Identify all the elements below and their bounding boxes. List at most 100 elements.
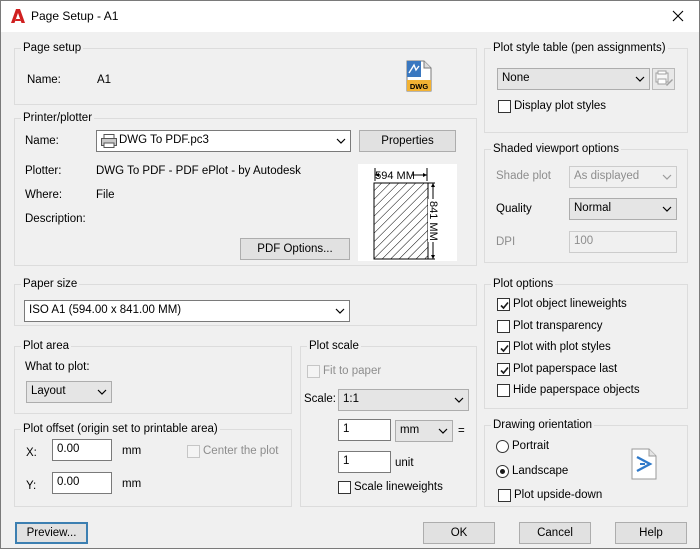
offset-y-input[interactable]: 0.00: [52, 472, 112, 494]
landscape-orientation-icon: [631, 448, 657, 480]
plot-offset-group: Plot offset (origin set to printable are…: [14, 423, 292, 507]
page-setup-name-label: Name:: [27, 74, 61, 86]
chevron-down-icon: [635, 76, 645, 82]
paper-width-dimension: 594 MM: [375, 170, 415, 182]
page-setup-group-title: Page setup: [21, 42, 84, 54]
scale-unit-label: unit: [395, 457, 414, 469]
printer-icon: [101, 134, 117, 148]
shade-plot-label: Shade plot: [496, 170, 551, 182]
what-to-plot-value: Layout: [31, 385, 66, 397]
shade-plot-select[interactable]: As displayed: [569, 166, 677, 188]
what-to-plot-select[interactable]: Layout: [26, 381, 112, 403]
plot-option-label: Plot transparency: [513, 319, 603, 332]
plot-option-label: Plot with plot styles: [513, 341, 611, 353]
plot-scale-group-title: Plot scale: [307, 340, 361, 352]
pdf-options-button[interactable]: PDF Options...: [240, 238, 350, 260]
landscape-label: Landscape: [512, 465, 569, 477]
paper-preview-drawing: 594 MM 841 MM: [373, 168, 440, 260]
scale-label: Scale:: [304, 393, 336, 405]
plot-style-value: None: [502, 72, 530, 84]
checkmark-icon: [500, 366, 509, 374]
fit-to-paper-label: Fit to paper: [323, 365, 382, 377]
chevron-down-icon: [335, 308, 345, 314]
scale-unit-value: mm: [400, 424, 420, 436]
plot-option-label: Plot object lineweights: [513, 298, 627, 310]
chevron-down-icon: [662, 174, 672, 180]
drawing-orientation-group-title: Drawing orientation: [491, 419, 595, 431]
description-label: Description:: [25, 213, 86, 225]
paper-preview: 594 MM 841 MM: [358, 164, 457, 261]
chevron-down-icon: [336, 138, 346, 144]
plot-style-group-title: Plot style table (pen assignments): [491, 42, 668, 54]
plot-style-group: Plot style table (pen assignments) None …: [484, 42, 688, 133]
paper-size-select[interactable]: ISO A1 (594.00 x 841.00 MM): [24, 300, 350, 322]
paper-height-dimension: 841 MM: [427, 201, 439, 241]
plot-option-label: Hide paperspace objects: [513, 384, 640, 396]
checkmark-icon: [500, 344, 509, 353]
scale-value: 1:1: [343, 393, 359, 405]
plot-options-list: Plot object lineweights Plot transparency…: [497, 298, 682, 406]
plot-options-group-title: Plot options: [491, 278, 556, 290]
plot-offset-group-title: Plot offset (origin set to printable are…: [21, 423, 220, 435]
where-value: File: [96, 189, 115, 201]
plot-upside-down-label: Plot upside-down: [514, 489, 603, 501]
paper-size-value: ISO A1 (594.00 x 841.00 MM): [29, 304, 182, 316]
printer-plotter-group-title: Printer/plotter: [21, 112, 95, 124]
quality-label: Quality: [496, 203, 532, 215]
title-bar: Page Setup - A1: [1, 1, 699, 32]
chevron-down-icon: [97, 389, 107, 395]
dpi-input[interactable]: 100: [569, 231, 677, 253]
where-label: Where:: [25, 189, 63, 201]
printer-name-label: Name:: [25, 135, 59, 147]
plot-area-group-title: Plot area: [21, 340, 72, 352]
properties-button[interactable]: Properties: [359, 130, 456, 152]
dpi-label: DPI: [496, 236, 516, 248]
quality-value: Normal: [574, 202, 612, 214]
shaded-viewport-group: Shaded viewport options Shade plot As di…: [484, 143, 688, 263]
scale-value2-input[interactable]: 1: [338, 451, 391, 473]
center-plot-label: Center the plot: [203, 445, 279, 457]
checkmark-icon: [500, 301, 509, 310]
chevron-down-icon: [662, 206, 672, 212]
chevron-down-icon: [438, 428, 448, 434]
offset-y-label: Y:: [26, 480, 37, 492]
close-icon[interactable]: [667, 5, 689, 27]
shade-plot-value: As displayed: [574, 170, 640, 182]
scale-equals: =: [458, 425, 465, 437]
ok-button[interactable]: OK: [423, 522, 495, 544]
plot-style-select[interactable]: None: [497, 68, 650, 90]
quality-select[interactable]: Normal: [569, 198, 677, 220]
page-setup-name-value: A1: [97, 74, 112, 86]
plot-scale-group: Plot scale Fit to paper Scale: 1:1 1 mm …: [300, 340, 477, 507]
plotter-value: DWG To PDF - PDF ePlot - by Autodesk: [96, 165, 301, 177]
offset-x-unit: mm: [122, 445, 142, 457]
display-plot-styles-label: Display plot styles: [514, 100, 607, 112]
paper-size-group: Paper size ISO A1 (594.00 x 841.00 MM): [14, 278, 477, 326]
what-to-plot-label: What to plot:: [25, 361, 90, 373]
scale-lineweights-label: Scale lineweights: [354, 481, 443, 493]
printer-name-value: DWG To PDF.pc3: [119, 134, 209, 146]
cancel-button[interactable]: Cancel: [519, 522, 591, 544]
shaded-viewport-group-title: Shaded viewport options: [491, 143, 621, 155]
offset-x-input[interactable]: 0.00: [52, 439, 112, 461]
chevron-down-icon: [454, 397, 464, 403]
scale-value1-input[interactable]: 1: [338, 419, 391, 441]
dwg-file-icon: DWG: [406, 60, 432, 92]
offset-x-label: X:: [26, 447, 37, 459]
edit-plot-style-icon[interactable]: [652, 68, 675, 90]
window-title: Page Setup - A1: [31, 9, 119, 23]
paper-size-group-title: Paper size: [21, 278, 80, 290]
printer-name-select[interactable]: DWG To PDF.pc3: [96, 130, 351, 152]
scale-select[interactable]: 1:1: [338, 389, 469, 411]
offset-y-unit: mm: [122, 478, 142, 490]
help-button[interactable]: Help: [615, 522, 687, 544]
plot-area-group: Plot area What to plot: Layout: [14, 340, 292, 414]
page-setup-dialog: Page Setup - A1 Page setup Name: A1 DWG …: [0, 0, 700, 549]
page-setup-group: Page setup Name: A1 DWG: [14, 42, 477, 105]
plot-option-label: Plot paperspace last: [513, 362, 618, 375]
scale-unit-select[interactable]: mm: [395, 420, 453, 442]
preview-button[interactable]: Preview...: [15, 522, 88, 544]
dwg-icon-label: DWG: [410, 82, 428, 91]
portrait-label: Portrait: [512, 440, 550, 452]
drawing-orientation-group: Drawing orientation Portrait Landscape P…: [484, 419, 688, 507]
